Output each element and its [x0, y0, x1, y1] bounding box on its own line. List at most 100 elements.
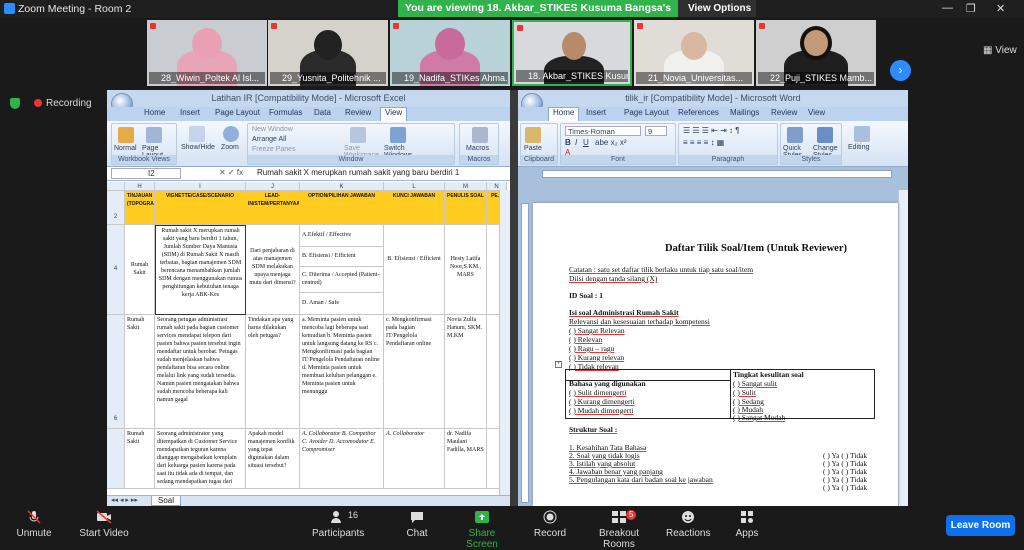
underline-icon[interactable]: U: [583, 138, 589, 147]
row-header[interactable]: [107, 429, 125, 489]
participant-tile[interactable]: 21_Novia_Universitas...: [634, 20, 754, 86]
freeze-panes-button[interactable]: Freeze Panes: [252, 146, 296, 153]
zoom-button[interactable]: Zoom: [221, 144, 239, 151]
bold-icon[interactable]: B: [565, 138, 571, 147]
author-cell[interactable]: dr. Nadifa Maulani Fadilla, MARS: [445, 429, 487, 489]
key-cell[interactable]: B. Efisiensi / Efficient: [384, 225, 445, 315]
column-header[interactable]: J: [246, 182, 300, 191]
stem-cell[interactable]: Dari penjabaran di atas manajemen SDM me…: [246, 225, 300, 315]
sheet-tab-soal[interactable]: Soal: [151, 496, 182, 506]
column-header[interactable]: K: [300, 182, 384, 191]
tab-view[interactable]: View: [808, 108, 825, 117]
excel-vertical-scrollbar[interactable]: [499, 190, 510, 495]
option-cell[interactable]: B. Efisiensi / Efficient: [300, 247, 384, 267]
font-name-select[interactable]: Times-Roman: [565, 126, 641, 136]
minimize-icon[interactable]: —: [942, 2, 953, 14]
column-header[interactable]: L: [384, 182, 445, 191]
option-cell[interactable]: A. Collaborator B. Competitor C. Avoider…: [300, 429, 384, 489]
key-cell[interactable]: A. Collaborator: [384, 429, 445, 489]
leave-room-button[interactable]: Leave Room: [946, 515, 1015, 536]
vignette-cell[interactable]: Seorang administrator yang ditempatkan d…: [155, 429, 246, 489]
record-button[interactable]: Record: [532, 510, 568, 539]
stem-cell[interactable]: Apakah model manajemen konflik yang tepa…: [246, 429, 300, 489]
tab-home[interactable]: Home: [548, 107, 580, 121]
author-cell[interactable]: Novia Zulfa Hanum, SKM. M.KM: [445, 315, 487, 429]
participant-tile-active[interactable]: 18. Akbar_STIKES Kusum...: [512, 20, 632, 86]
table-move-handle-icon[interactable]: +: [555, 361, 562, 368]
header-cell[interactable]: KUNCI JAWABAN: [384, 191, 445, 225]
start-video-button[interactable]: Start Video: [78, 510, 130, 539]
tab-references[interactable]: References: [678, 108, 719, 117]
row-header[interactable]: 4: [107, 225, 125, 315]
option-cell[interactable]: D. Aman / Safe: [300, 293, 384, 315]
restore-icon[interactable]: ❐: [966, 2, 976, 15]
list-icons[interactable]: ☰ ☰ ☰ ⇤ ⇥ ↕ ¶: [683, 126, 740, 135]
breakout-rooms-button[interactable]: 5 Breakout Rooms: [584, 510, 654, 550]
header-cell[interactable]: VIGNETTE/CASE/SCENARIO: [155, 191, 246, 225]
key-cell[interactable]: c. Mengkonfirmasi pada bagian IT/Pengelo…: [384, 315, 445, 429]
topic-cell[interactable]: Rumah Sakit: [125, 315, 155, 429]
author-cell[interactable]: Hesty Latifa Noor,S.KM., MARS: [445, 225, 487, 315]
header-cell[interactable]: OPTION/PILIHAN JAWABAN: [300, 191, 384, 225]
select-all-corner[interactable]: [107, 182, 125, 191]
arrange-all-button[interactable]: Arrange All: [252, 136, 286, 143]
participant-tile[interactable]: 19_Nadifa_STIKes Ahma...: [390, 20, 510, 86]
header-cell[interactable]: TINJAUAN (TOPOGRAFI): [125, 191, 155, 225]
word-document-page[interactable]: Daftar Tilik Soal/Item (Untuk Reviewer) …: [533, 203, 898, 506]
share-screen-button[interactable]: Share Screen: [452, 510, 512, 550]
word-vertical-scrollbar[interactable]: [898, 190, 908, 506]
editing-button[interactable]: Editing: [848, 144, 869, 151]
horizontal-ruler[interactable]: [542, 170, 892, 178]
tab-review[interactable]: Review: [771, 108, 797, 117]
stem-cell[interactable]: Tindakan apa yang harus dilakukan oleh p…: [246, 315, 300, 429]
apps-button[interactable]: Apps: [732, 510, 762, 539]
tab-page-layout[interactable]: Page Layout: [624, 108, 669, 117]
vignette-cell[interactable]: Seorang petugas administrasi rumah sakit…: [155, 315, 246, 429]
tab-insert[interactable]: Insert: [180, 108, 200, 117]
header-cell[interactable]: PENULIS SOAL: [445, 191, 487, 225]
align-icons[interactable]: ≡ ≡ ≡ ≡ ↕ ▦: [683, 138, 724, 147]
tab-view[interactable]: View: [380, 107, 408, 121]
spreadsheet-grid[interactable]: H I J K L M N 2 TINJAUAN (TOPOGRAFI) VIG…: [107, 182, 507, 495]
tab-formulas[interactable]: Formulas: [269, 108, 302, 117]
next-page-button[interactable]: ›: [890, 60, 911, 81]
column-header[interactable]: H: [125, 182, 155, 191]
header-cell[interactable]: LEAD-IN/STEM/PERTANYAAN: [246, 191, 300, 225]
participant-tile[interactable]: 22_Puji_STIKES Mamb...: [756, 20, 876, 86]
option-cell[interactable]: a. Meminta pasien untuk mencoba lagi beb…: [300, 315, 384, 429]
close-icon[interactable]: ✕: [996, 2, 1005, 15]
new-window-button[interactable]: New Window: [252, 126, 293, 133]
column-header[interactable]: M: [445, 182, 487, 191]
option-cell[interactable]: C. Diterima / Accepted (Patient-centred): [300, 267, 384, 293]
strikethrough-icon[interactable]: abe x₂ x²: [595, 138, 627, 147]
tab-mailings[interactable]: Mailings: [730, 108, 759, 117]
topic-cell[interactable]: Rumah Sakit: [125, 225, 155, 315]
participant-tile[interactable]: 28_Wiwin_Poltek Al Isl...: [147, 20, 267, 86]
sheet-nav-icon[interactable]: ◂◂ ◂ ▸ ▸▸: [111, 496, 138, 504]
italic-icon[interactable]: I: [575, 138, 577, 147]
paste-button[interactable]: Paste: [524, 145, 542, 152]
tab-data[interactable]: Data: [314, 108, 331, 117]
view-button[interactable]: ▦ View: [983, 45, 1017, 56]
vignette-cell[interactable]: Rumah sakit X merupkan rumah sakit yang …: [155, 225, 246, 315]
macros-button[interactable]: Macros: [466, 145, 489, 152]
reactions-button[interactable]: Reactions: [666, 510, 710, 539]
column-header[interactable]: I: [155, 182, 246, 191]
unmute-button[interactable]: Unmute: [14, 510, 54, 539]
participants-button[interactable]: 16 Participants: [312, 510, 364, 539]
formula-input[interactable]: Rumah sakit X merupkan rumah sakit yang …: [257, 168, 459, 177]
view-options-button[interactable]: View Options ⌄: [678, 0, 756, 31]
font-size-select[interactable]: 9: [645, 126, 667, 136]
participant-tile[interactable]: 29_Yusnita_Politehnik ...: [268, 20, 388, 86]
normal-view-button[interactable]: Normal: [114, 145, 137, 152]
row-header[interactable]: 6: [107, 315, 125, 429]
chat-button[interactable]: Chat: [402, 510, 432, 539]
row-header[interactable]: 2: [107, 191, 125, 225]
tab-insert[interactable]: Insert: [586, 108, 606, 117]
topic-cell[interactable]: Rumah Sakit: [125, 429, 155, 489]
show-hide-button[interactable]: Show/Hide: [181, 144, 215, 151]
tab-page-layout[interactable]: Page Layout: [215, 108, 260, 117]
name-box[interactable]: I2: [111, 168, 181, 179]
tab-home[interactable]: Home: [144, 108, 165, 117]
vertical-ruler[interactable]: [521, 203, 529, 503]
